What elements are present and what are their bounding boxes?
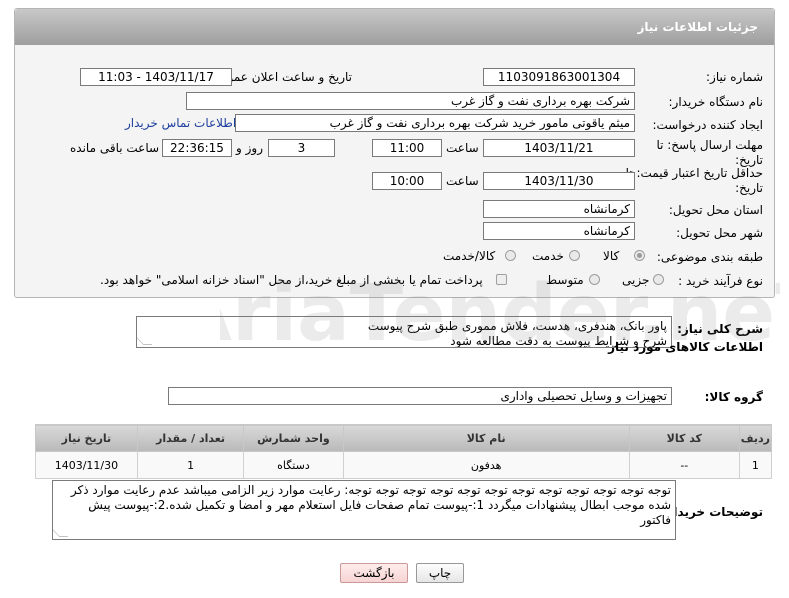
cell-need-date: 1403/11/30 bbox=[35, 451, 138, 479]
process-radio-minor[interactable] bbox=[653, 274, 664, 285]
validity-time-field: 10:00 bbox=[372, 172, 442, 190]
print-button[interactable]: چاپ bbox=[416, 563, 464, 583]
category-radio-service[interactable] bbox=[569, 250, 580, 261]
col-row-number: ردیف bbox=[738, 424, 773, 452]
goods-group-field: تجهیزات و وسایل تحصیلی واداری bbox=[168, 387, 672, 405]
category-option-service: خدمت bbox=[532, 249, 564, 263]
validity-label-line1: حداقل تاریخ اعتبار قیمت: تا bbox=[625, 166, 763, 180]
deadline-label-line2: تاریخ: bbox=[735, 153, 763, 167]
need-number-field: 1103091863001304 bbox=[483, 68, 635, 86]
col-item-code: کد کالا bbox=[628, 424, 740, 452]
col-need-date: تاریخ نیاز bbox=[35, 424, 138, 452]
process-option-minor: جزیی bbox=[622, 273, 650, 287]
summary-textarea[interactable]: پاور بانک، هندفری، هدست، فلاش مموری طبق … bbox=[136, 316, 672, 348]
city-field: کرمانشاه bbox=[483, 222, 635, 240]
deadline-label-line1: مهلت ارسال پاسخ: تا bbox=[656, 138, 763, 152]
back-button[interactable]: بازگشت bbox=[340, 563, 408, 583]
category-radio-goods[interactable] bbox=[634, 250, 645, 261]
buyer-notes-text: توجه توجه توجه توجه توجه توجه توجه توجه … bbox=[70, 483, 671, 527]
table-row: 1 -- هدفون دستگاه 1 1403/11/30 bbox=[35, 451, 773, 479]
cell-quantity: 1 bbox=[136, 451, 245, 479]
buyer-org-label: نام دستگاه خریدار: bbox=[668, 95, 764, 109]
panel-title: جزئیات اطلاعات نیاز bbox=[15, 9, 774, 45]
need-number-label: شماره نیاز: bbox=[706, 70, 763, 84]
remaining-time-label: ساعت باقی مانده bbox=[70, 141, 160, 155]
goods-table: ردیف کد کالا نام کالا واحد شمارش تعداد /… bbox=[35, 424, 773, 479]
buyer-notes-textarea[interactable]: توجه توجه توجه توجه توجه توجه توجه توجه … bbox=[52, 480, 676, 540]
cell-item-code: -- bbox=[628, 451, 740, 479]
remaining-days-field: 3 bbox=[268, 139, 335, 157]
col-unit: واحد شمارش bbox=[243, 424, 344, 452]
validity-label-line2: تاریخ: bbox=[735, 181, 763, 195]
summary-line-2: شرح و شرایط پیوست به دقت مطالعه شود bbox=[450, 334, 667, 348]
city-label: شهر محل تحویل: bbox=[676, 226, 763, 240]
category-option-goods: کالا bbox=[603, 249, 620, 263]
announce-datetime-field: 1403/11/17 - 11:03 bbox=[80, 68, 232, 86]
summary-line-1: پاور بانک، هندفری، هدست، فلاش مموری طبق … bbox=[367, 319, 667, 333]
process-type-label: نوع فرآیند خرید : bbox=[678, 274, 763, 288]
deadline-hour-label: ساعت bbox=[446, 141, 479, 155]
cell-item-name: هدفون bbox=[342, 451, 630, 479]
table-header-row: ردیف کد کالا نام کالا واحد شمارش تعداد /… bbox=[35, 424, 773, 452]
goods-group-label: گروه کالا: bbox=[704, 390, 763, 404]
category-radio-goods-service[interactable] bbox=[505, 250, 516, 261]
goods-section-title: اطلاعات کالاهای مورد نیاز bbox=[608, 340, 763, 354]
deadline-date-field: 1403/11/21 bbox=[483, 139, 635, 157]
category-label: طبقه بندی موضوعی: bbox=[656, 250, 763, 264]
col-item-name: نام کالا bbox=[342, 424, 630, 452]
process-radio-medium[interactable] bbox=[589, 274, 600, 285]
treasury-payment-checkbox[interactable] bbox=[496, 274, 507, 285]
remaining-time-field: 22:36:15 bbox=[162, 139, 232, 157]
validity-date-field: 1403/11/30 bbox=[483, 172, 635, 190]
treasury-payment-note: پرداخت تمام یا بخشی از مبلغ خرید،از محل … bbox=[100, 273, 483, 287]
days-label: روز و bbox=[236, 141, 263, 155]
col-quantity: تعداد / مقدار bbox=[136, 424, 245, 452]
process-option-medium: متوسط bbox=[546, 273, 584, 287]
cell-row-number: 1 bbox=[738, 451, 773, 479]
buyer-notes-label: توضیحات خریدار: bbox=[661, 505, 763, 519]
category-option-goods-service: کالا/خدمت bbox=[443, 249, 496, 263]
summary-label: شرح کلی نیاز: bbox=[677, 322, 763, 336]
buyer-org-field: شرکت بهره برداری نفت و گاز غرب bbox=[186, 92, 635, 110]
province-field: کرمانشاه bbox=[483, 200, 635, 218]
creator-field: میثم یاقوتی مامور خرید شرکت بهره برداری … bbox=[235, 114, 635, 132]
deadline-time-field: 11:00 bbox=[372, 139, 442, 157]
resize-grip-icon[interactable] bbox=[53, 528, 69, 537]
province-label: استان محل تحویل: bbox=[668, 203, 763, 217]
buyer-contact-link[interactable]: اطلاعات تماس خریدار bbox=[125, 116, 236, 130]
creator-label: ایجاد کننده درخواست: bbox=[652, 118, 763, 132]
cell-unit: دستگاه bbox=[243, 451, 344, 479]
validity-hour-label: ساعت bbox=[446, 174, 479, 188]
